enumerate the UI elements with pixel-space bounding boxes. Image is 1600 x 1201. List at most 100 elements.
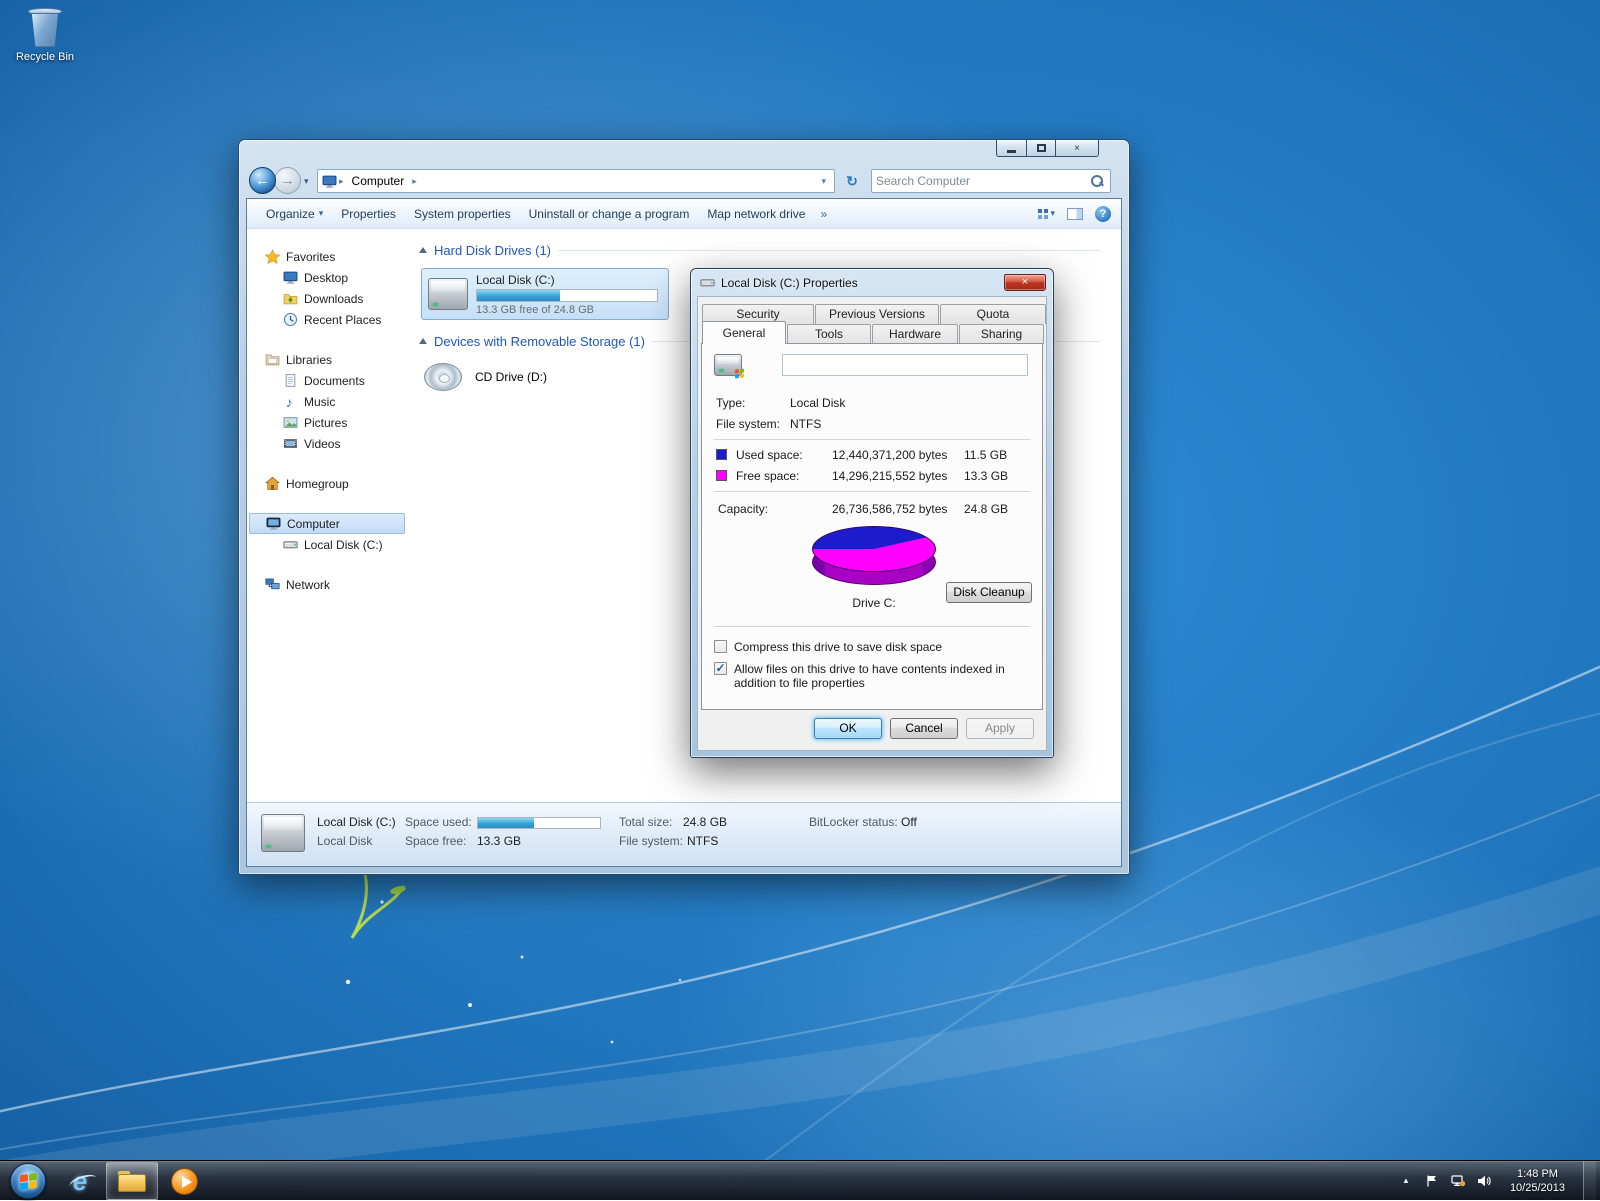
taskbar-windows-explorer[interactable] [106,1162,158,1200]
action-center-flag-icon[interactable] [1424,1174,1440,1188]
disk-cleanup-button[interactable]: Disk Cleanup [946,582,1032,603]
system-properties-button[interactable]: System properties [405,203,520,225]
tab-tools[interactable]: Tools [787,324,871,344]
sidebar-item-desktop[interactable]: Desktop [247,267,405,288]
more-commands-icon[interactable]: » [814,203,833,225]
map-network-drive-button[interactable]: Map network drive [698,203,814,225]
caption-buttons: × [996,140,1099,157]
change-view-button[interactable]: ▾ [1037,208,1055,220]
clock-time: 1:48 PM [1510,1167,1565,1181]
crumb-arrow-icon[interactable]: ▸ [410,176,419,187]
compress-checkbox[interactable] [714,640,727,653]
disk-pie-top [812,526,936,572]
computer-icon [322,174,337,189]
preview-pane-button[interactable] [1067,208,1083,220]
chevron-down-icon: ▾ [319,208,324,219]
type-value: Local Disk [790,396,845,410]
maximize-button[interactable] [1026,140,1055,157]
drive-icon [700,275,715,290]
homegroup-icon [265,476,280,491]
drive-icon [714,354,742,376]
windows-flag-icon [735,369,744,379]
general-tab-page: Type: Local Disk File system: NTFS Used … [701,343,1043,710]
start-button[interactable] [10,1163,46,1199]
search-icon[interactable] [1091,175,1104,188]
drive-icon [283,537,298,552]
properties-dialog: Local Disk (C:) Properties × Security Pr… [690,268,1054,758]
group-header-hard-disks[interactable]: Hard Disk Drives (1) [419,243,1101,258]
free-space-swatch [716,470,727,481]
uninstall-button[interactable]: Uninstall or change a program [520,203,699,225]
refresh-button[interactable]: ↻ [841,171,863,191]
sidebar-item-local-disk[interactable]: Local Disk (C:) [247,534,405,555]
taskbar-internet-explorer[interactable]: e [54,1162,106,1200]
sidebar-item-documents[interactable]: Documents [247,370,405,391]
cancel-button[interactable]: Cancel [890,718,958,739]
search-box [871,169,1111,193]
sidebar-item-favorites[interactable]: Favorites [247,246,405,267]
sidebar-item-music[interactable]: ♪ Music [247,391,405,412]
windows-flag-icon [20,1172,37,1189]
sidebar-item-downloads[interactable]: Downloads [247,288,405,309]
index-checkbox[interactable] [714,662,727,675]
address-dropdown-icon[interactable]: ▾ [817,176,830,187]
capacity-size: 24.8 GB [964,502,1008,516]
star-icon [265,249,280,264]
breadcrumb[interactable]: Computer [346,172,411,190]
tab-hardware[interactable]: Hardware [872,324,958,344]
libraries-icon [265,352,280,367]
organize-menu[interactable]: Organize ▾ [257,203,332,225]
tab-quota[interactable]: Quota [940,304,1046,324]
taskbar-clock[interactable]: 1:48 PM 10/25/2013 [1502,1167,1573,1195]
apply-button[interactable]: Apply [966,718,1034,739]
speaker-icon[interactable] [1476,1174,1492,1188]
show-hidden-icons-button[interactable]: ▲ [1398,1172,1414,1189]
tab-previous-versions[interactable]: Previous Versions [815,304,939,324]
sidebar-item-libraries[interactable]: Libraries [247,349,405,370]
sidebar-item-computer[interactable]: Computer [249,513,405,534]
recycle-bin-label: Recycle Bin [12,51,78,63]
tab-sharing[interactable]: Sharing [959,324,1044,344]
sidebar-item-recent-places[interactable]: Recent Places [247,309,405,330]
sidebar-item-homegroup[interactable]: Homegroup [247,473,405,494]
network-icon [265,577,280,592]
ok-button[interactable]: OK [814,718,882,739]
used-bytes: 12,440,371,200 bytes [832,448,947,462]
tab-general[interactable]: General [702,321,786,344]
forward-arrow-icon: → [280,172,295,189]
close-icon: × [1022,276,1028,288]
search-input[interactable] [876,171,1088,191]
details-bar-fill [478,818,534,828]
picture-icon [283,415,298,430]
back-button[interactable]: ← [249,167,276,194]
capacity-bar [476,289,658,302]
clock-date: 10/25/2013 [1510,1181,1565,1195]
volume-label-input[interactable] [782,354,1028,376]
dialog-body: Security Previous Versions Quota General… [697,296,1047,751]
hard-drive-icon [261,814,305,852]
sidebar-item-videos[interactable]: Videos [247,433,405,454]
close-button[interactable]: × [1055,140,1099,157]
show-desktop-button[interactable] [1583,1161,1596,1201]
recent-pages-dropdown[interactable]: ▾ [304,176,309,187]
drive-item-local-disk-c[interactable]: Local Disk (C:) 13.3 GB free of 24.8 GB [421,268,669,320]
drive-name: Local Disk (C:) [476,273,662,287]
sidebar-item-pictures[interactable]: Pictures [247,412,405,433]
network-icon[interactable] [1450,1174,1466,1188]
minimize-icon [1007,150,1016,153]
taskbar-media-player[interactable] [158,1162,210,1200]
video-icon [283,436,298,451]
sidebar-item-network[interactable]: Network [247,574,405,595]
hard-drive-icon [428,278,468,310]
details-type: Local Disk [317,834,372,848]
navigation-bar: ← → ▾ ▸ Computer ▸ ▾ ↻ [239,165,1129,197]
minimize-button[interactable] [996,140,1026,157]
recycle-bin[interactable]: Recycle Bin [12,8,78,63]
properties-button[interactable]: Properties [332,203,405,225]
help-button[interactable]: ? [1095,206,1111,222]
dialog-close-button[interactable]: × [1004,274,1046,291]
system-tray: ▲ 1:48 PM 10/25/2013 [1398,1161,1600,1201]
address-bar[interactable]: ▸ Computer ▸ ▾ [317,169,835,193]
forward-button[interactable]: → [274,167,301,194]
collapse-arrow-icon [419,247,427,253]
